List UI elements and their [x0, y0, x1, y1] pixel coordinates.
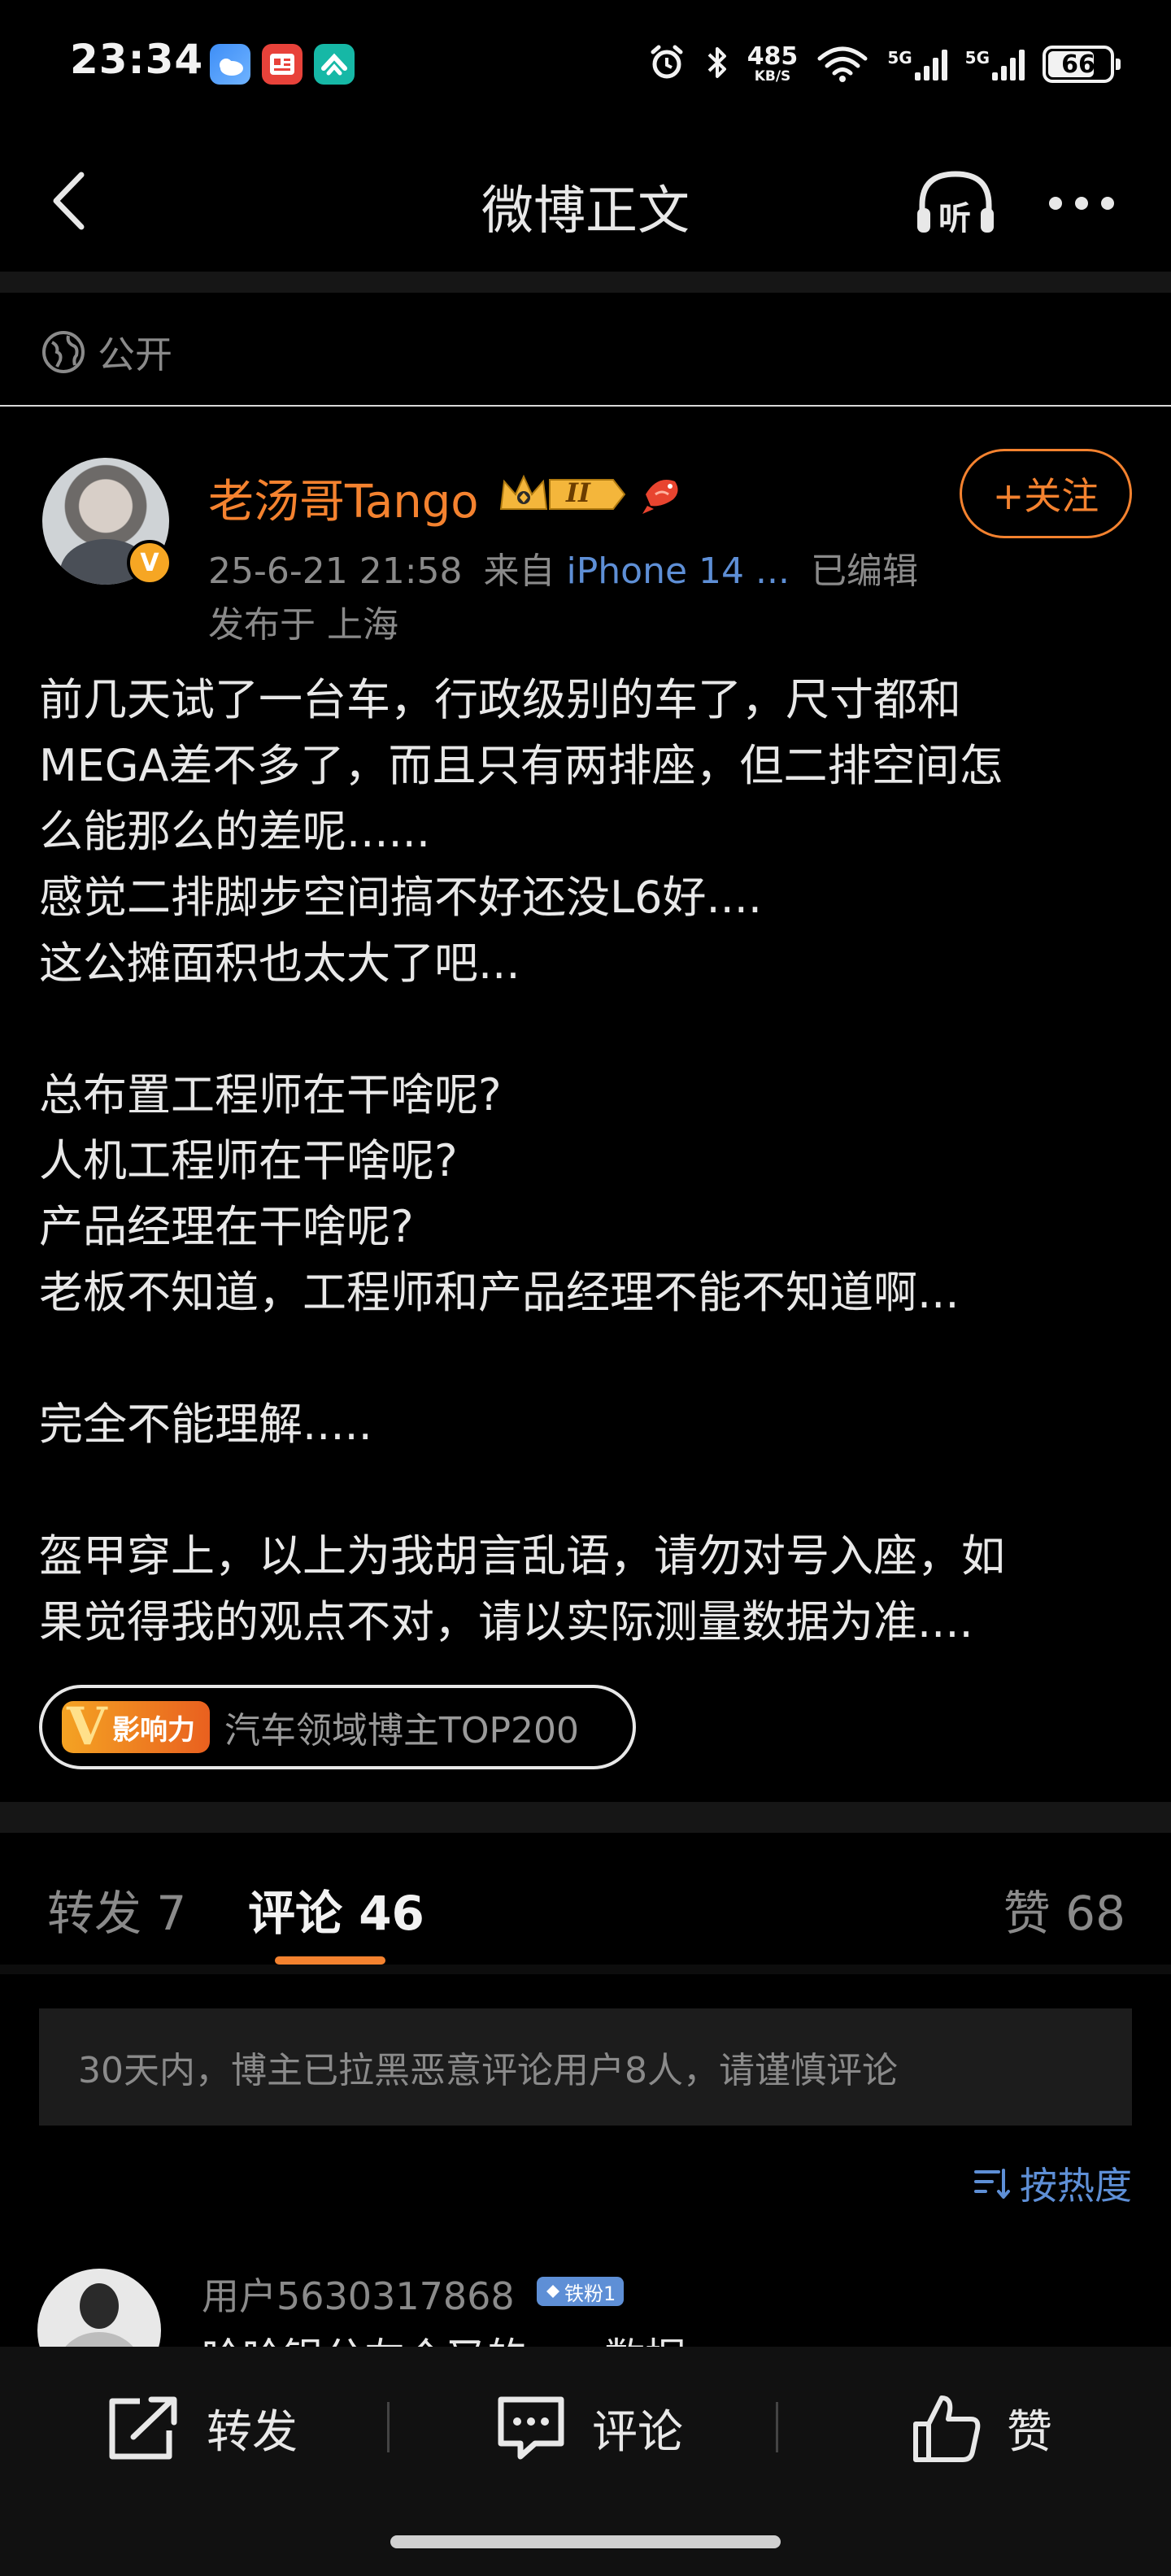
- crown-level: II: [566, 477, 590, 508]
- sort-by-popularity-button[interactable]: 按热度: [974, 2155, 1132, 2212]
- signal-icon-sim2: 5G: [965, 48, 1025, 80]
- comment-button[interactable]: 评论: [494, 2389, 683, 2467]
- section-divider: [0, 1965, 1171, 1974]
- post-content: 前几天试了一台车，行政级别的车了，尺寸都和 MEGA差不多了，而且只有两排座，但…: [39, 674, 1005, 1647]
- influence-v-icon: V 影响力: [62, 1696, 210, 1757]
- fan-badge-label: 铁粉1: [564, 2282, 616, 2305]
- more-options-button[interactable]: [1041, 179, 1122, 228]
- divider: [0, 405, 1171, 407]
- sort-label: 按热度: [1020, 2164, 1132, 2208]
- section-divider: [0, 272, 1171, 293]
- section-divider: [0, 1802, 1171, 1833]
- wifi-icon: [816, 42, 869, 86]
- signal-2-label: 5G: [964, 48, 990, 67]
- tab-likes[interactable]: 赞 68: [1003, 1875, 1125, 1943]
- listen-button[interactable]: 听: [911, 163, 1000, 244]
- post-source-link[interactable]: iPhone 14 ...: [567, 550, 790, 592]
- bluetooth-icon: [705, 42, 729, 86]
- listen-label: 听: [938, 200, 971, 237]
- koi-badge-icon[interactable]: [641, 470, 683, 516]
- influence-text: 汽车领域博主TOP200: [224, 1710, 580, 1751]
- repost-button[interactable]: 转发: [104, 2389, 298, 2467]
- battery-level: 66: [1061, 50, 1095, 79]
- post-source-prefix: 来自: [483, 550, 555, 592]
- follow-button[interactable]: +关注: [960, 449, 1132, 538]
- separator: [387, 2402, 390, 2452]
- dot-icon: [1049, 197, 1062, 210]
- comment-label: 评论: [592, 2405, 683, 2459]
- visibility-label: 公开: [98, 333, 172, 376]
- nav-bar: 微博正文 听: [0, 130, 1171, 272]
- like-button[interactable]: 赞: [909, 2389, 1052, 2467]
- status-time: 23:34: [70, 36, 204, 83]
- separator: [776, 2402, 778, 2452]
- verified-badge: V: [127, 540, 172, 585]
- signal-icon-sim1: 5G: [887, 48, 947, 80]
- crown-member-icon[interactable]: II: [498, 470, 628, 517]
- sort-icon: [974, 2169, 1010, 2199]
- news-app-icon: [262, 44, 303, 85]
- dot-icon: [1075, 197, 1088, 210]
- repost-label: 转发: [207, 2405, 298, 2459]
- tab-comments[interactable]: 评论 46: [248, 1875, 424, 1943]
- net-speed: 485 KB/S: [747, 42, 799, 85]
- comment-notice: 30天内，博主已拉黑恶意评论用户8人，请谨慎评论: [39, 2008, 1132, 2126]
- post-location: 发布于 上海: [208, 604, 398, 646]
- status-bar: 23:34 485 KB/S 5G 5G 66: [0, 0, 1171, 130]
- diamond-icon: [546, 2285, 559, 2298]
- weather-app-icon: [210, 44, 250, 85]
- author-name[interactable]: 老汤哥Tango: [208, 465, 479, 531]
- home-indicator[interactable]: [390, 2535, 781, 2548]
- battery-icon: 66: [1043, 46, 1121, 83]
- alarm-icon: [646, 42, 687, 86]
- influence-badge-label: 影响力: [112, 1713, 195, 1747]
- interaction-tabs: 转发 7 评论 46 赞 68: [0, 1856, 1171, 1965]
- thumbs-up-icon: [913, 2395, 981, 2462]
- share-arrow-icon: [109, 2396, 177, 2460]
- globe-icon: [42, 331, 85, 373]
- status-indicators: 485 KB/S 5G 5G 66: [646, 36, 1121, 93]
- net-speed-unit: KB/S: [754, 68, 791, 85]
- active-tab-indicator: [275, 1956, 385, 1965]
- dot-icon: [1101, 197, 1114, 210]
- commenter-name[interactable]: 用户5630317868: [202, 2267, 515, 2321]
- teal-app-icon: [314, 44, 355, 85]
- net-speed-value: 485: [747, 42, 799, 71]
- influence-badge[interactable]: V 影响力 汽车领域博主TOP200: [39, 1685, 636, 1769]
- edited-label[interactable]: 已编辑: [811, 550, 918, 592]
- like-label: 赞: [1007, 2405, 1052, 2459]
- post-date: 25-6-21 21:58: [208, 550, 463, 592]
- comment-bubble-icon: [498, 2396, 564, 2460]
- post-meta: 25-6-21 21:58 来自 iPhone 14 ... 已编辑: [208, 542, 918, 594]
- tab-reposts[interactable]: 转发 7: [47, 1875, 186, 1943]
- signal-1-label: 5G: [887, 48, 912, 67]
- fan-level-badge: 铁粉1: [537, 2277, 625, 2306]
- bottom-action-bar: 转发 评论 赞: [0, 2347, 1171, 2576]
- visibility-indicator: 公开: [41, 324, 172, 381]
